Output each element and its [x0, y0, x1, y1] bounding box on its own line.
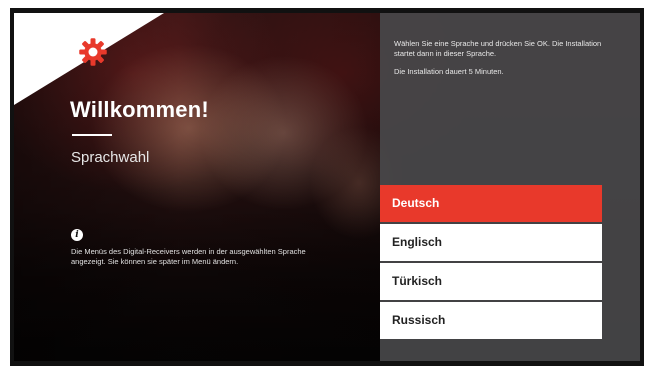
gear-icon: [79, 38, 107, 66]
info-text: Die Menüs des Digital-Receivers werden i…: [71, 247, 306, 266]
info-icon: i: [71, 229, 83, 241]
page-title: Willkommen!: [70, 97, 209, 122]
language-option-deutsch[interactable]: Deutsch: [380, 185, 602, 222]
page-subtitle: Sprachwahl: [71, 149, 150, 166]
language-panel: Wählen Sie eine Sprache und drücken Sie …: [380, 13, 640, 361]
language-list: Deutsch Englisch Türkisch Russisch: [380, 185, 602, 341]
language-option-englisch[interactable]: Englisch: [380, 224, 602, 261]
instruction-text: Wählen Sie eine Sprache und drücken Sie …: [394, 39, 602, 58]
language-option-russisch[interactable]: Russisch: [380, 302, 602, 339]
language-option-tuerkisch[interactable]: Türkisch: [380, 263, 602, 300]
title-divider: [72, 134, 112, 136]
panel-instructions: Wählen Sie eine Sprache und drücken Sie …: [394, 39, 609, 86]
duration-text: Die Installation dauert 5 Minuten.: [394, 67, 504, 76]
tv-screen: Willkommen! Sprachwahl i Die Menüs des D…: [14, 13, 640, 361]
device-bezel: Willkommen! Sprachwahl i Die Menüs des D…: [0, 0, 654, 374]
